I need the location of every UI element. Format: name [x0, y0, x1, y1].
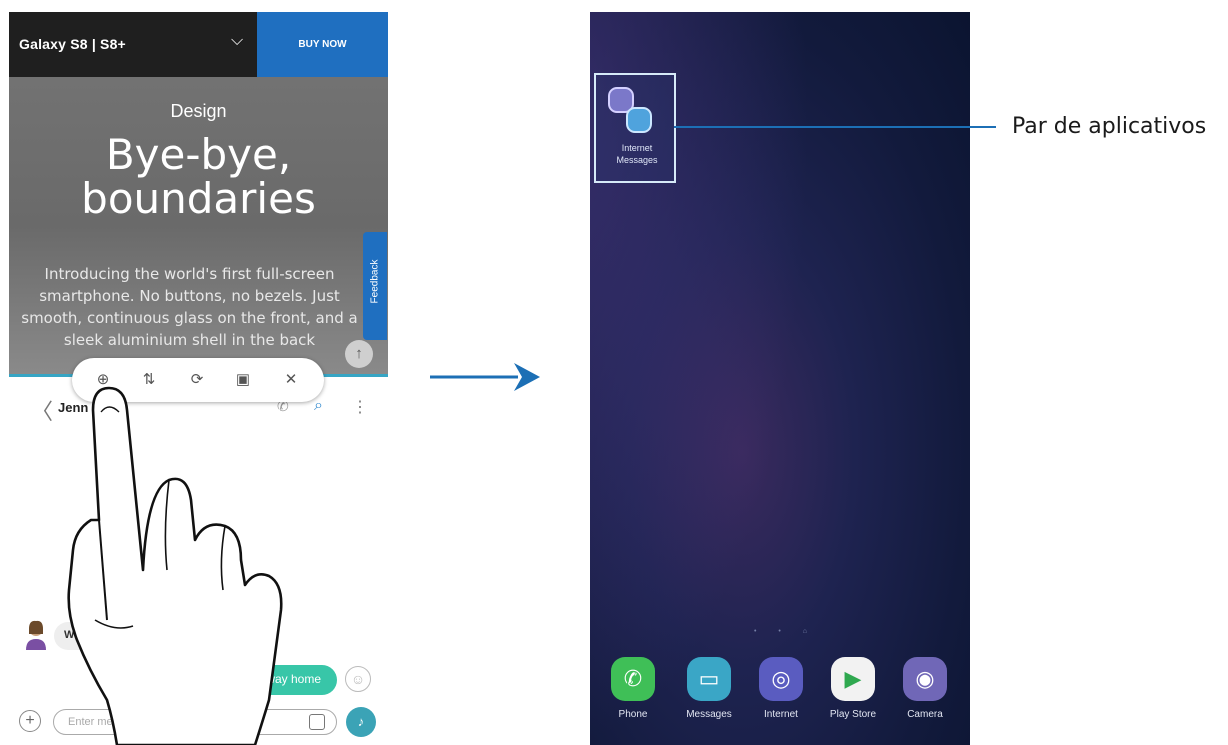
finger-tap-illustration [67, 386, 283, 745]
voice-send-icon[interactable]: ♪ [346, 707, 376, 737]
dock-app-internet[interactable]: ◎ Internet [746, 657, 816, 720]
site-header: Galaxy S8 | S8+ ⌵ BUY NOW [9, 12, 388, 77]
callout-label: Par de aplicativos [1012, 114, 1207, 139]
chevron-down-icon[interactable]: ⌵ [231, 32, 243, 50]
hero-banner: Design Bye-bye, boundaries Introducing t… [9, 77, 388, 375]
phone-icon: ✆ [611, 657, 655, 701]
hero-headline-line-1: Bye-bye, [105, 130, 292, 179]
hero-body-text: Introducing the world's first full-scree… [21, 265, 358, 349]
search-icon[interactable]: ⌕ [314, 397, 323, 415]
more-options-icon[interactable]: ⋮ [352, 397, 368, 417]
dock-app-label: Messages [686, 709, 732, 720]
feedback-tab[interactable]: Feedback [363, 232, 387, 340]
app-dock: ✆ Phone ▭ Messages ◎ Internet ▶ Play Sto… [590, 657, 970, 737]
app-pair-shortcut[interactable]: Internet Messages [594, 73, 676, 183]
dock-app-label: Play Store [829, 709, 877, 720]
transition-arrow [430, 363, 540, 391]
buy-now-button[interactable]: BUY NOW [257, 12, 388, 77]
dock-app-play-store[interactable]: ▶ Play Store [818, 657, 888, 720]
sticker-icon[interactable] [309, 714, 325, 730]
dock-app-camera[interactable]: ◉ Camera [890, 657, 960, 720]
dock-app-label: Internet [764, 709, 798, 720]
dock-app-label: Camera [907, 709, 943, 720]
internet-icon: ◎ [759, 657, 803, 701]
callout-leader-line [674, 126, 996, 128]
dock-app-messages[interactable]: ▭ Messages [674, 657, 744, 720]
feedback-label: Feedback [369, 259, 381, 304]
messages-app-icon [626, 107, 652, 133]
camera-icon: ◉ [903, 657, 947, 701]
my-avatar-icon: ☺ [345, 666, 371, 692]
dock-app-phone[interactable]: ✆ Phone [598, 657, 668, 720]
hero-eyebrow: Design [170, 101, 227, 121]
messages-icon: ▭ [687, 657, 731, 701]
hero-headline-line-2: boundaries [81, 174, 316, 223]
attach-plus-icon[interactable]: + [19, 710, 41, 732]
app-pair-label-2: Messages [616, 155, 658, 165]
scroll-to-top-button[interactable]: ↑ [345, 340, 373, 368]
back-icon[interactable]: 〈 [31, 394, 53, 426]
dock-app-label: Phone [618, 709, 648, 720]
model-selector[interactable]: Galaxy S8 | S8+ [19, 36, 126, 52]
right-phone-home-screen: Internet Messages • • ⌂ ✆ Phone ▭ Messag… [590, 12, 970, 745]
contact-avatar [26, 620, 46, 650]
page-indicator: • • ⌂ [754, 628, 818, 635]
play-store-icon: ▶ [831, 657, 875, 701]
app-pair-label-1: Internet [621, 143, 653, 153]
hero-headline: Bye-bye, boundaries [9, 133, 388, 221]
